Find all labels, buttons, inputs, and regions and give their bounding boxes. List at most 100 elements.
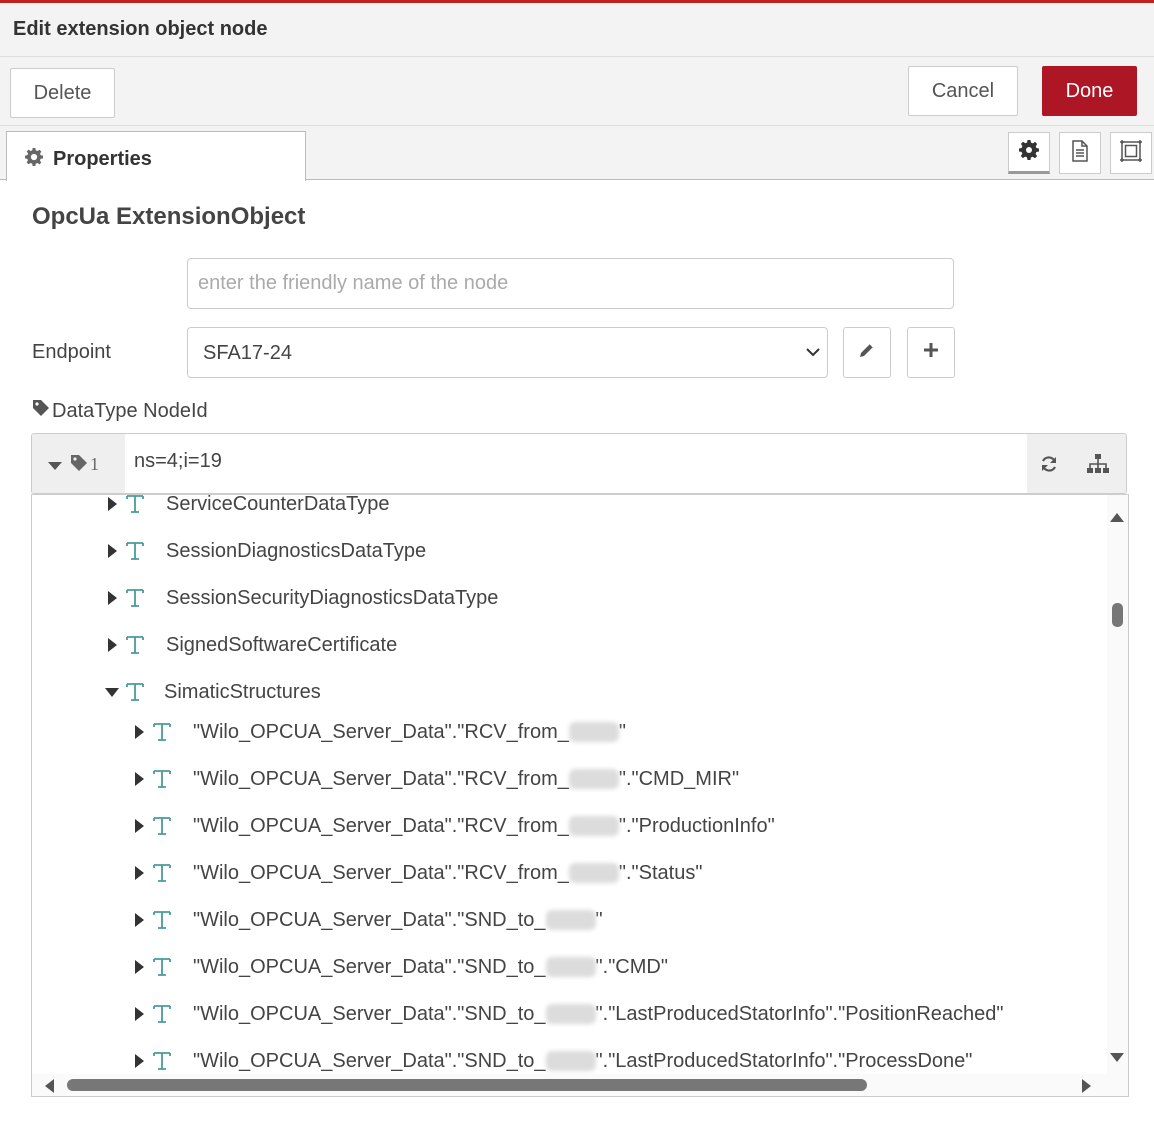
- type-t-icon: [151, 908, 175, 932]
- vertical-scrollbar-thumb[interactable]: [1112, 603, 1123, 627]
- tag-icon: [70, 454, 90, 477]
- delete-button[interactable]: Delete: [10, 68, 115, 118]
- gear-icon: [25, 148, 43, 171]
- tree-child-item[interactable]: "Wilo_OPCUA_Server_Data"."RCV_from_ ": [131, 717, 626, 747]
- caret-down-icon: [48, 459, 62, 477]
- caret-right-icon[interactable]: [131, 913, 147, 927]
- tree-child-item[interactable]: "Wilo_OPCUA_Server_Data"."SND_to_ "."Last…: [131, 999, 1004, 1029]
- type-t-icon: [151, 767, 175, 791]
- frame-icon: [1119, 139, 1143, 168]
- redacted-text: [545, 957, 596, 977]
- redacted-text: [568, 769, 619, 789]
- settings-tab-button[interactable]: [1008, 132, 1050, 174]
- tree-item[interactable]: SessionSecurityDiagnosticsDataType: [104, 583, 498, 613]
- tree-item-expanded[interactable]: SimaticStructures: [104, 677, 321, 707]
- type-t-icon: [124, 680, 148, 704]
- nodeid-type-selector[interactable]: 1: [32, 434, 125, 493]
- type-t-icon: [124, 633, 148, 657]
- type-t-icon: [124, 495, 148, 516]
- dialog-titlebar: Edit extension object node: [0, 3, 1154, 57]
- done-button[interactable]: Done: [1042, 66, 1137, 116]
- caret-right-icon[interactable]: [104, 591, 120, 605]
- redacted-text: [568, 863, 619, 883]
- type-t-icon: [151, 1002, 175, 1026]
- refresh-icon[interactable]: [1039, 454, 1059, 479]
- tree-child-label-pre: "Wilo_OPCUA_Server_Data"."SND_to_: [193, 908, 546, 931]
- scroll-left-arrow-icon[interactable]: [44, 1079, 54, 1096]
- horizontal-scrollbar-thumb[interactable]: [67, 1079, 867, 1091]
- tree-child-item[interactable]: "Wilo_OPCUA_Server_Data"."SND_to_ "."Last…: [131, 1046, 972, 1076]
- tree-child-label-post: "."CMD_MIR": [618, 767, 740, 790]
- type-t-icon: [151, 720, 175, 744]
- nodeid-actions: [1027, 434, 1126, 493]
- tag-icon: [32, 399, 50, 423]
- nodeid-value[interactable]: ns=4;i=19: [134, 450, 222, 473]
- type-t-icon: [151, 814, 175, 838]
- dialog-title: Edit extension object node: [13, 18, 268, 40]
- redacted-text: [568, 816, 619, 836]
- cancel-button[interactable]: Cancel: [908, 66, 1018, 116]
- nodeid-input-group: 1 ns=4;i=19: [31, 433, 1127, 494]
- edit-endpoint-button[interactable]: [843, 327, 891, 378]
- caret-right-icon[interactable]: [131, 866, 147, 880]
- caret-right-icon[interactable]: [104, 497, 120, 511]
- caret-right-icon[interactable]: [104, 544, 120, 558]
- caret-right-icon[interactable]: [131, 819, 147, 833]
- appearance-tab-button[interactable]: [1110, 132, 1152, 174]
- tree-item[interactable]: SignedSoftwareCertificate: [104, 630, 397, 660]
- endpoint-label: Endpoint: [32, 341, 111, 363]
- caret-right-icon[interactable]: [131, 960, 147, 974]
- tree-item-label: SignedSoftwareCertificate: [166, 633, 398, 656]
- redacted-text: [568, 722, 619, 742]
- tree-child-item[interactable]: "Wilo_OPCUA_Server_Data"."SND_to_ ": [131, 905, 603, 935]
- caret-right-icon[interactable]: [104, 638, 120, 652]
- redacted-text: [545, 910, 596, 930]
- tree-child-item[interactable]: "Wilo_OPCUA_Server_Data"."RCV_from_ "."Pr…: [131, 811, 775, 841]
- horizontal-scrollbar[interactable]: [32, 1074, 1128, 1096]
- tree-child-label-pre: "Wilo_OPCUA_Server_Data"."RCV_from_: [193, 861, 569, 884]
- tab-properties[interactable]: Properties: [6, 131, 306, 181]
- scroll-right-arrow-icon[interactable]: [1082, 1079, 1092, 1096]
- tree-child-label-pre: "Wilo_OPCUA_Server_Data"."RCV_from_: [193, 720, 569, 743]
- plus-icon: [922, 341, 940, 364]
- chevron-down-icon: [805, 344, 821, 365]
- tree-child-label-pre: "Wilo_OPCUA_Server_Data"."RCV_from_: [193, 767, 569, 790]
- tree-child-label-post: "."Status": [618, 861, 703, 884]
- nodeid-prefix: 1: [90, 454, 99, 474]
- scroll-down-arrow-icon[interactable]: [1110, 1050, 1124, 1068]
- caret-right-icon[interactable]: [131, 772, 147, 786]
- tree-item-label: ServiceCounterDataType: [166, 494, 390, 515]
- tree-item-label: SessionDiagnosticsDataType: [166, 539, 427, 562]
- type-t-icon: [124, 586, 148, 610]
- tree-child-label-post: "."ProductionInfo": [618, 814, 775, 837]
- type-t-icon: [151, 1049, 175, 1073]
- datatype-tree: ServiceCounterDataType SessionDiagnostic…: [31, 494, 1129, 1097]
- tree-child-label-post: "."LastProducedStatorInfo"."PositionReac…: [595, 1002, 1004, 1025]
- name-input[interactable]: [187, 258, 954, 309]
- tree-child-label-post: ": [618, 720, 626, 743]
- caret-right-icon[interactable]: [131, 1007, 147, 1021]
- dialog-toolbar: Delete Cancel Done: [0, 57, 1154, 126]
- tree-child-item[interactable]: "Wilo_OPCUA_Server_Data"."RCV_from_ "."CM…: [131, 764, 739, 794]
- tree-child-item[interactable]: "Wilo_OPCUA_Server_Data"."SND_to_ "."CMD": [131, 952, 668, 982]
- tree-child-item[interactable]: "Wilo_OPCUA_Server_Data"."RCV_from_ "."St…: [131, 858, 702, 888]
- caret-right-icon[interactable]: [131, 725, 147, 739]
- tree-child-label-post: "."CMD": [595, 955, 668, 978]
- redacted-text: [545, 1004, 596, 1024]
- datatype-label-row: DataType NodeId: [32, 399, 208, 423]
- sitemap-icon[interactable]: [1087, 454, 1109, 479]
- endpoint-select[interactable]: SFA17-24: [187, 327, 828, 378]
- tree-child-label-pre: "Wilo_OPCUA_Server_Data"."SND_to_: [193, 1002, 546, 1025]
- tree-item-label: SessionSecurityDiagnosticsDataType: [166, 586, 499, 609]
- gear-icon: [1019, 139, 1039, 165]
- scroll-up-arrow-icon[interactable]: [1110, 509, 1124, 527]
- tree-child-label-post: ": [595, 908, 603, 931]
- tree-item[interactable]: SessionDiagnosticsDataType: [104, 536, 426, 566]
- tree-item[interactable]: ServiceCounterDataType: [104, 494, 390, 519]
- description-tab-button[interactable]: [1059, 132, 1101, 174]
- caret-right-icon[interactable]: [131, 1054, 147, 1068]
- datatype-label: DataType NodeId: [52, 399, 208, 422]
- caret-down-icon[interactable]: [104, 687, 120, 697]
- add-endpoint-button[interactable]: [907, 327, 955, 378]
- vertical-scrollbar[interactable]: [1107, 495, 1128, 1075]
